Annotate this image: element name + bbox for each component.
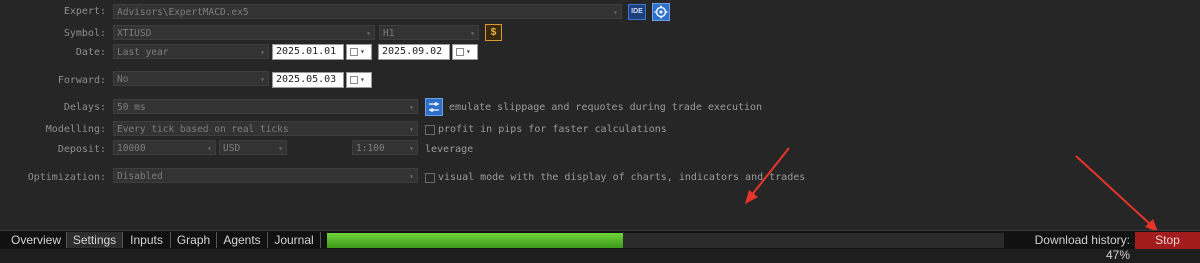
stop-button[interactable]: Stop bbox=[1135, 232, 1200, 249]
tester-window: Expert: Advisors\ExpertMACD.ex5 ▾ IDE Sy… bbox=[0, 0, 1200, 262]
tester-tab-bar: Overview Settings Inputs Graph Agents Jo… bbox=[0, 230, 1200, 262]
tab-inputs[interactable]: Inputs bbox=[123, 232, 171, 248]
tab-settings[interactable]: Settings bbox=[67, 232, 123, 248]
annotation-arrow-progress bbox=[745, 147, 790, 204]
download-status-text: Download history: 47% bbox=[1034, 233, 1130, 262]
tab-agents[interactable]: Agents bbox=[217, 232, 268, 248]
tab-journal[interactable]: Journal bbox=[268, 232, 321, 248]
tab-overview[interactable]: Overview bbox=[6, 232, 67, 248]
annotation-arrows bbox=[745, 147, 1158, 232]
annotation-arrow-stop bbox=[1075, 155, 1158, 232]
tab-graph[interactable]: Graph bbox=[171, 232, 217, 248]
download-progress-bar bbox=[327, 233, 1004, 248]
download-progress-fill bbox=[327, 233, 623, 248]
